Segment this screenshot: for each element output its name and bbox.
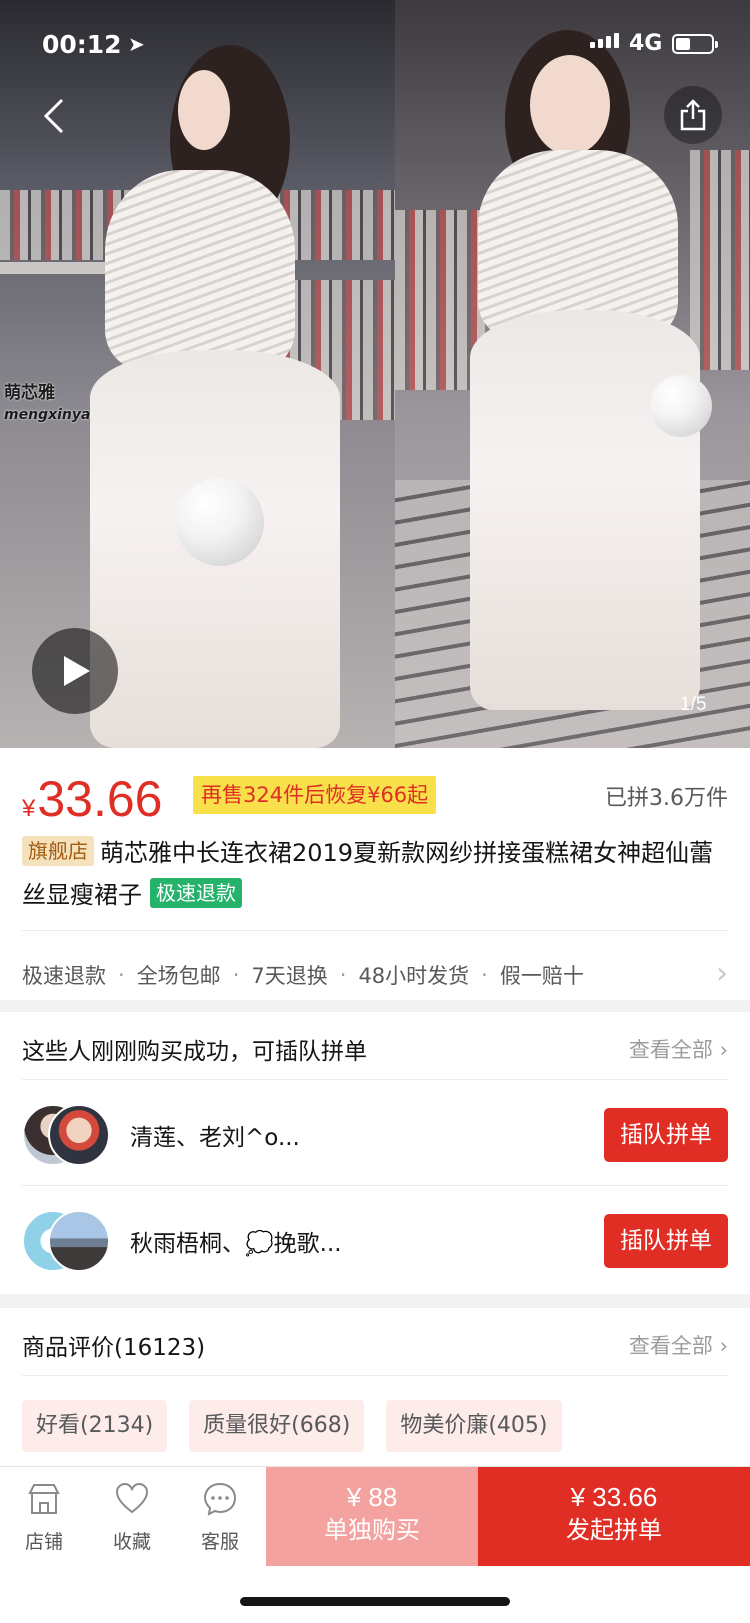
service-guarantees[interactable]: 极速退款 · 全场包邮 · 7天退换 · 48小时发货 · 假一赔十 [22,960,584,990]
share-button[interactable] [664,86,722,144]
heart-icon [115,1482,149,1514]
brand-watermark: 萌芯雅 mengxinya [4,383,91,423]
product-title-text: 萌芯雅中长连衣裙2019夏新款网纱拼接蛋糕裙女神超仙蕾丝显瘦裙子 [22,839,714,909]
shop-icon [28,1484,60,1514]
bag-decor [650,375,712,437]
group-buy-see-all[interactable]: 查看全部 › [629,1034,728,1064]
flagship-store-tag: 旗舰店 [22,836,94,866]
fast-refund-tag: 极速退款 [150,878,242,908]
service-item: 全场包邮 [136,964,221,988]
review-tags: 好看(2134) 质量很好(668) 物美价廉(405) [22,1400,562,1452]
network-type: 4G [629,31,663,56]
play-icon [64,656,90,686]
customer-service-button[interactable]: 客服 [176,1467,264,1567]
buy-alone-label: 单独购买 [324,1516,420,1544]
product-title: 旗舰店 萌芯雅中长连衣裙2019夏新款网纱拼接蛋糕裙女神超仙蕾丝显瘦裙子 极速退款 [22,832,732,916]
dress-top [105,170,295,370]
avatar [48,1104,110,1166]
dress-skirt [470,310,700,710]
chevron-right-icon[interactable]: › [716,956,728,991]
start-group-button[interactable]: ¥ 33.66 发起拼单 [478,1467,750,1567]
home-indicator[interactable] [240,1597,510,1606]
group-avatars [22,1210,112,1272]
bag-decor [176,478,264,566]
status-time: 00:12 [42,30,122,59]
join-group-button[interactable]: 插队拼单 [604,1214,728,1268]
bottom-action-bar: 店铺 收藏 客服 ¥ 88 单独购买 ¥ 33.66 发起拼单 [0,1466,750,1567]
group-row: 秋雨梧桐、💭挽歌... 插队拼单 [22,1186,728,1292]
favorite-button[interactable]: 收藏 [88,1467,176,1567]
buy-alone-price: ¥ 88 [346,1482,398,1512]
reviews-section: 商品评价(16123) 查看全部 › 好看(2134) 质量很好(668) 物美… [0,1308,750,1468]
group-avatars [22,1104,112,1166]
group-member-names: 秋雨梧桐、💭挽歌... [130,1231,342,1257]
back-icon [43,98,64,134]
service-item: 7天退换 [251,964,328,988]
start-group-price: ¥ 33.66 [570,1482,658,1512]
service-label: 客服 [200,1531,239,1553]
group-buy-title: 这些人刚刚购买成功，可插队拼单 [22,1039,367,1065]
reviews-header: 商品评价(16123) 查看全部 › [22,1308,728,1376]
favorite-label: 收藏 [112,1531,151,1553]
share-icon [680,99,706,131]
status-bar: 00:12 ➤ 4G [0,0,750,90]
avatar [48,1210,110,1272]
start-group-label: 发起拼单 [566,1516,662,1544]
shop-label: 店铺 [24,1531,63,1553]
review-tag[interactable]: 质量很好(668) [189,1400,365,1452]
divider [22,930,728,931]
review-tag[interactable]: 物美价廉(405) [386,1400,562,1452]
chat-icon [203,1482,237,1516]
group-buy-section: 这些人刚刚购买成功，可插队拼单 查看全部 › 清莲、老刘^o... 插队拼单 秋… [0,1012,750,1294]
reviews-see-all[interactable]: 查看全部 › [629,1330,728,1360]
price: ¥ 33.66 [22,770,162,828]
shop-button[interactable]: 店铺 [0,1467,88,1567]
location-icon: ➤ [128,32,145,56]
price-currency: ¥ [22,795,36,822]
price-value: 33.66 [37,771,163,827]
price-restore-tag: 再售324件后恢复¥66起 [193,776,437,814]
service-item: 48小时发货 [358,964,470,988]
group-buy-header: 这些人刚刚购买成功，可插队拼单 查看全部 › [22,1012,728,1080]
back-button[interactable] [40,96,70,136]
sold-count: 已拼3.6万件 [605,786,728,811]
review-tag[interactable]: 好看(2134) [22,1400,168,1452]
buy-alone-button[interactable]: ¥ 88 单独购买 [266,1467,478,1567]
signal-icon [590,33,619,48]
product-image-carousel[interactable]: 萌芯雅 mengxinya 00:12 ➤ 4G 1/5 [0,0,750,748]
play-video-button[interactable] [32,628,118,714]
service-item: 极速退款 [22,964,106,988]
bookshelf-decor [690,150,750,370]
group-member-names: 清莲、老刘^o... [130,1125,300,1151]
join-group-button[interactable]: 插队拼单 [604,1108,728,1162]
service-item: 假一赔十 [499,964,584,988]
reviews-title: 商品评价(16123) [22,1335,206,1361]
group-row: 清莲、老刘^o... 插队拼单 [22,1080,728,1186]
product-info: ¥ 33.66 再售324件后恢复¥66起 已拼3.6万件 旗舰店 萌芯雅中长连衣… [0,748,750,1000]
image-page-indicator: 1/5 [680,694,707,715]
battery-icon [672,34,718,54]
home-bar [0,1566,750,1623]
